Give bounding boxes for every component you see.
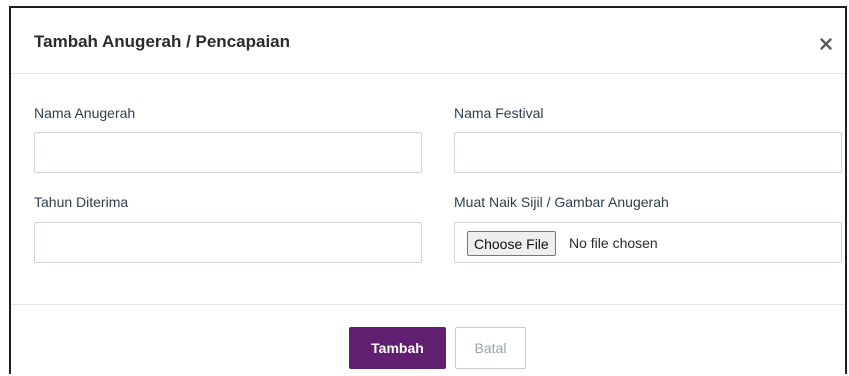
year-received-label: Tahun Diterima <box>34 194 129 210</box>
certificate-file-input[interactable]: Choose File No file chosen <box>454 222 842 263</box>
modal-title: Tambah Anugerah / Pencapaian <box>34 32 291 51</box>
award-name-input[interactable] <box>34 132 422 173</box>
submit-button[interactable]: Tambah <box>349 327 446 369</box>
modal-header: Tambah Anugerah / Pencapaian <box>11 8 845 74</box>
year-received-input[interactable] <box>34 222 422 263</box>
choose-file-button[interactable]: Choose File <box>467 231 556 256</box>
certificate-upload-label: Muat Naik Sijil / Gambar Anugerah <box>454 194 669 210</box>
festival-name-label: Nama Festival <box>454 105 544 121</box>
cancel-button[interactable]: Batal <box>455 327 526 369</box>
close-icon <box>820 37 832 50</box>
modal-footer: Tambah Batal <box>11 304 845 374</box>
award-name-label: Nama Anugerah <box>34 105 136 121</box>
file-status-text: No file chosen <box>569 235 658 251</box>
festival-name-input[interactable] <box>454 132 842 173</box>
add-award-modal: Tambah Anugerah / Pencapaian Nama Anuger… <box>9 6 847 374</box>
close-button[interactable] <box>813 27 839 53</box>
